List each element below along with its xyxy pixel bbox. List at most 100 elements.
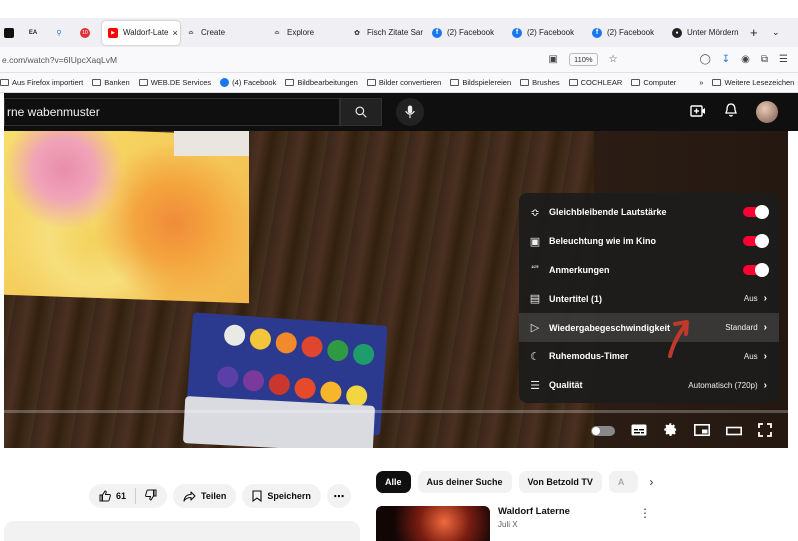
- close-tab-icon[interactable]: ×: [173, 28, 178, 38]
- folder-icon: [285, 79, 295, 86]
- avatar[interactable]: [756, 101, 778, 123]
- like-button[interactable]: 61: [99, 490, 126, 502]
- search-input[interactable]: rne wabenmuster: [4, 98, 340, 126]
- folder-icon: [568, 79, 578, 86]
- bookmark-label: Bilder convertieren: [378, 78, 442, 87]
- stable-volume-toggle[interactable]: [743, 205, 769, 220]
- chip-from-search[interactable]: Aus deiner Suche: [417, 471, 512, 493]
- chevron-down-icon[interactable]: ⌄: [766, 21, 786, 45]
- voice-search-button[interactable]: [396, 98, 424, 126]
- fullscreen-button[interactable]: [758, 422, 772, 440]
- recommended-video[interactable]: Waldorf Laterne Juli X: [376, 506, 570, 541]
- tab-2[interactable]: ⚲: [48, 21, 74, 45]
- bookmark-6[interactable]: Bildspielereien: [450, 78, 511, 87]
- tab-youtube-active[interactable]: ▶ Waldorf-Late ×: [102, 20, 180, 45]
- pocket-icon[interactable]: ◯: [700, 54, 711, 65]
- tab-label: (2) Facebook: [527, 28, 575, 37]
- menu-item-label: Ruhemodus-Timer: [549, 351, 629, 362]
- bookmark-2[interactable]: WEB.DE Services: [138, 78, 211, 87]
- annotations-toggle[interactable]: [743, 262, 769, 277]
- subtitles-icon: [631, 424, 647, 436]
- chevron-right-icon: ›: [763, 293, 767, 305]
- ambient-mode-toggle[interactable]: [743, 234, 769, 249]
- new-tab-button[interactable]: +: [744, 21, 766, 45]
- subtitles-button[interactable]: [631, 423, 647, 439]
- menu-item-subtitles[interactable]: ▤ Untertitel (1) Aus ›: [519, 284, 779, 313]
- tab-0[interactable]: [0, 21, 22, 45]
- bookmark-0[interactable]: Aus Firefox importiert: [0, 78, 83, 87]
- facebook-icon: f: [512, 27, 522, 38]
- annotation-arrow-icon: [668, 320, 689, 358]
- folder-icon: [631, 79, 641, 86]
- zoom-indicator[interactable]: 110%: [568, 53, 598, 66]
- bookmark-7[interactable]: Brushes: [520, 78, 560, 87]
- save-button[interactable]: Speichern: [242, 484, 321, 508]
- video-thumbnail[interactable]: [376, 506, 490, 541]
- tab-facebook-3[interactable]: f (2) Facebook: [586, 21, 666, 45]
- tab-explore[interactable]: ≏ Explore: [266, 21, 346, 45]
- notifications-bell-icon[interactable]: [724, 103, 738, 121]
- autoplay-toggle[interactable]: [591, 426, 615, 436]
- tab-3[interactable]: 10: [74, 21, 102, 45]
- tab-unter-moerdern[interactable]: ● Unter Mördern: [666, 21, 744, 45]
- share-button[interactable]: Teilen: [173, 484, 237, 508]
- bookmark-8[interactable]: COCHLEAR: [568, 78, 622, 87]
- chip-truncated[interactable]: A: [608, 471, 639, 493]
- ea-icon: EA: [28, 29, 38, 36]
- menu-item-label: Anmerkungen: [549, 264, 610, 275]
- menu-item-label: Wiedergabegeschwindigkeit: [549, 322, 670, 333]
- extensions-icon[interactable]: ⧉: [761, 54, 768, 65]
- more-actions-button[interactable]: ⋯: [326, 484, 351, 508]
- chevron-right-icon[interactable]: ›: [649, 475, 653, 489]
- url-field[interactable]: e.com/watch?v=6IUpcXaqLvM: [0, 55, 549, 65]
- bookmarks-overflow-icon[interactable]: »: [699, 78, 703, 87]
- bookmark-9[interactable]: Computer: [631, 78, 676, 87]
- settings-button[interactable]: [663, 422, 678, 440]
- more-horizontal-icon: ⋯: [333, 490, 345, 503]
- search-button[interactable]: [340, 98, 382, 126]
- miniplayer-button[interactable]: [694, 423, 710, 439]
- quality-icon: ☰: [530, 379, 540, 392]
- video-title[interactable]: Waldorf Laterne: [498, 506, 570, 517]
- tab-facebook-2[interactable]: f (2) Facebook: [506, 21, 586, 45]
- search-icon: [355, 106, 367, 118]
- account-icon[interactable]: ◉: [741, 54, 750, 65]
- folder-icon: [0, 79, 9, 86]
- tab-1[interactable]: EA: [22, 21, 48, 45]
- menu-item-annotations[interactable]: “” Anmerkungen: [519, 256, 779, 285]
- bookmark-star-icon[interactable]: ☆: [609, 54, 618, 65]
- settings-menu: ≎ Gleichbleibende Lautstärke ▣ Beleuchtu…: [519, 193, 779, 403]
- ambient-icon: ▣: [529, 235, 541, 248]
- gear-icon: [664, 423, 677, 436]
- tab-fisch[interactable]: ✿ Fisch Zitate Sar: [346, 21, 426, 45]
- tab-create[interactable]: ≏ Create: [180, 21, 266, 45]
- bookmark-more[interactable]: Weitere Lesezeichen: [712, 78, 794, 87]
- chip-betzold-tv[interactable]: Von Betzold TV: [518, 471, 602, 493]
- create-video-icon[interactable]: [690, 104, 706, 121]
- chip-all[interactable]: Alle: [376, 471, 411, 493]
- channel-name[interactable]: Juli X: [498, 520, 570, 529]
- bookmark-1[interactable]: Banken: [92, 78, 130, 87]
- video-painting: [4, 131, 249, 304]
- menu-item-sleep-timer[interactable]: ☾ Ruhemodus-Timer Aus ›: [519, 342, 779, 371]
- menu-item-ambient-mode[interactable]: ▣ Beleuchtung wie im Kino: [519, 227, 779, 256]
- chevron-right-icon: ›: [763, 350, 767, 362]
- progress-bar[interactable]: [4, 410, 788, 413]
- menu-item-playback-speed[interactable]: ▷ Wiedergabegeschwindigkeit Standard ›: [519, 313, 779, 342]
- bookmark-3[interactable]: (4) Facebook: [220, 78, 276, 87]
- more-vertical-icon[interactable]: ⋮: [639, 506, 651, 520]
- theater-mode-button[interactable]: [726, 423, 742, 439]
- youtube-icon: ▶: [108, 27, 118, 38]
- download-icon[interactable]: ↧: [722, 54, 730, 65]
- bookmark-5[interactable]: Bilder convertieren: [366, 78, 442, 87]
- description-box[interactable]: [4, 521, 360, 541]
- bookmark-4[interactable]: Bildbearbeitungen: [285, 78, 358, 87]
- menu-item-stable-volume[interactable]: ≎ Gleichbleibende Lautstärke: [519, 198, 779, 227]
- reader-view-icon[interactable]: ▣: [549, 54, 558, 65]
- facebook-icon: f: [592, 27, 602, 38]
- menu-item-quality[interactable]: ☰ Qualität Automatisch (720p) ›: [519, 371, 779, 400]
- theater-icon: [726, 426, 742, 436]
- dislike-button[interactable]: [145, 489, 157, 503]
- menu-icon[interactable]: ☰: [779, 54, 788, 65]
- tab-facebook-1[interactable]: f (2) Facebook: [426, 21, 506, 45]
